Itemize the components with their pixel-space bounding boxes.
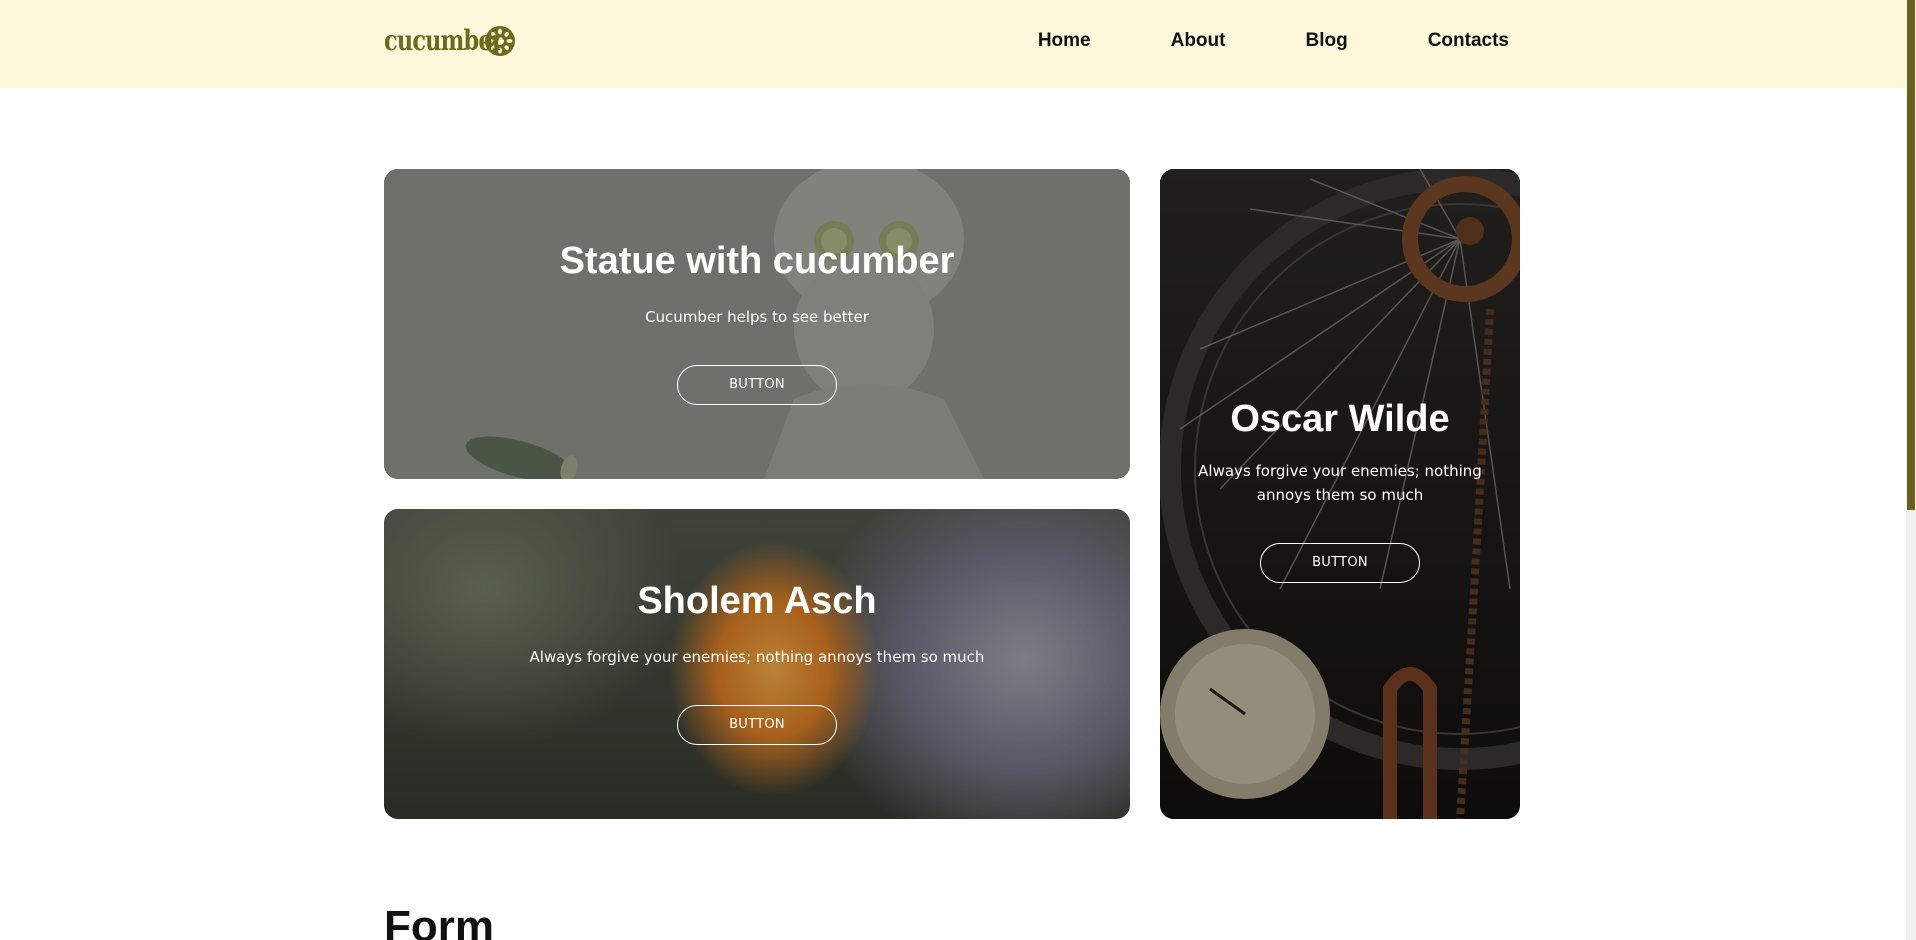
nav-about-link[interactable]: About bbox=[1171, 30, 1226, 52]
card-sholem-asch-content: Sholem Asch Always forgive your enemies;… bbox=[384, 580, 1130, 745]
card-title: Oscar Wilde bbox=[1230, 398, 1450, 440]
card-statue-content: Statue with cucumber Cucumber helps to s… bbox=[384, 240, 1130, 405]
nav-home-link[interactable]: Home bbox=[1038, 30, 1091, 52]
form-section-title: Form bbox=[384, 902, 494, 940]
card-sholem-asch: Sholem Asch Always forgive your enemies;… bbox=[384, 509, 1130, 819]
scrollbar-thumb[interactable] bbox=[1907, 0, 1915, 510]
card-statue-button[interactable]: BUTTON bbox=[677, 364, 837, 405]
card-sholem-asch-button[interactable]: BUTTON bbox=[677, 704, 837, 745]
page: cucumber Home About Blog Contacts Statue… bbox=[0, 0, 1916, 940]
card-oscar-wilde-button[interactable]: BUTTON bbox=[1260, 542, 1420, 583]
card-text: Cucumber helps to see better bbox=[645, 307, 869, 326]
nav-contacts-link[interactable]: Contacts bbox=[1428, 30, 1509, 52]
page-scrollbar[interactable] bbox=[1906, 0, 1916, 940]
nav-blog-link[interactable]: Blog bbox=[1305, 30, 1347, 52]
card-oscar-wilde-content: Oscar Wilde Always forgive your enemies;… bbox=[1160, 398, 1520, 583]
site-header: cucumber Home About Blog Contacts bbox=[0, 0, 1906, 88]
card-text: Always forgive your enemies; nothing ann… bbox=[529, 647, 985, 666]
card-title: Statue with cucumber bbox=[559, 240, 955, 282]
main-nav: Home About Blog Contacts bbox=[1038, 30, 1509, 52]
logo-text: cucumber bbox=[384, 24, 504, 57]
card-statue: Statue with cucumber Cucumber helps to s… bbox=[384, 169, 1130, 479]
logo[interactable]: cucumber bbox=[384, 24, 516, 57]
card-text: Always forgive your enemies; nothing ann… bbox=[1198, 461, 1482, 504]
card-title: Sholem Asch bbox=[637, 580, 877, 622]
card-oscar-wilde: Oscar Wilde Always forgive your enemies;… bbox=[1160, 169, 1520, 819]
